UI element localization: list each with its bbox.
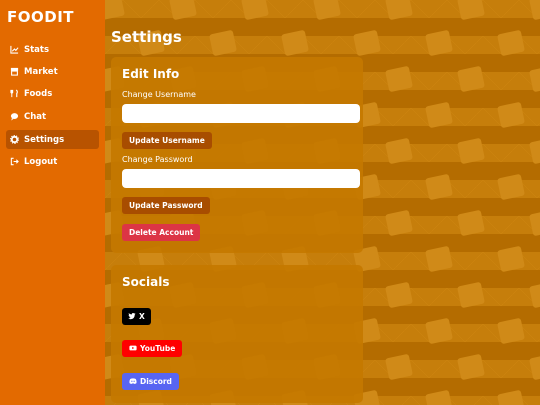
background-tile: [456, 353, 486, 381]
sidebar-item-label: Foods: [24, 88, 53, 99]
background-tile: [496, 29, 526, 57]
gear-icon: [10, 135, 19, 144]
background-tile: [384, 353, 414, 381]
background-tile: [384, 65, 414, 93]
background-tile: [528, 209, 540, 237]
background-tile: [424, 173, 454, 201]
background-tile: [456, 281, 486, 309]
password-input[interactable]: [122, 169, 360, 188]
discord-label: Discord: [140, 377, 172, 386]
sidebar-item-settings[interactable]: Settings: [6, 130, 99, 149]
background-tile: [312, 0, 342, 21]
background-tile: [496, 101, 526, 129]
app-logo: FOODIT: [7, 8, 75, 26]
twitter-bird-icon: [128, 312, 136, 322]
update-password-button[interactable]: Update Password: [122, 197, 210, 214]
background-tile: [456, 137, 486, 165]
background-tile: [496, 173, 526, 201]
background-tile: [456, 209, 486, 237]
change-password-label: Change Password: [122, 155, 193, 164]
x-social-button[interactable]: X: [122, 308, 151, 325]
delete-account-button[interactable]: Delete Account: [122, 224, 201, 241]
background-tile: [496, 317, 526, 345]
background-tile: [424, 101, 454, 129]
background-tile: [280, 29, 310, 57]
background-tile: [496, 389, 526, 405]
sidebar-item-foods[interactable]: Foods: [6, 84, 99, 103]
edit-info-title: Edit Info: [122, 67, 180, 81]
sidebar-item-chat[interactable]: Chat: [6, 107, 99, 126]
background-tile: [528, 353, 540, 381]
sidebar-item-logout[interactable]: Logout: [6, 152, 99, 171]
username-input[interactable]: [122, 104, 360, 123]
logout-icon: [10, 157, 19, 166]
background-tile: [384, 209, 414, 237]
background-tile: [105, 0, 126, 21]
background-tile: [424, 245, 454, 273]
discord-icon: [129, 377, 137, 387]
chart-line-icon: [10, 45, 19, 54]
socials-card: Socials X YouTube Discord: [111, 265, 363, 403]
sidebar: FOODIT Stats Market Foods Chat Settings: [0, 0, 105, 405]
change-username-label: Change Username: [122, 90, 196, 99]
background-tile: [424, 29, 454, 57]
x-label: X: [139, 312, 145, 321]
youtube-label: YouTube: [140, 344, 176, 353]
page-title: Settings: [111, 28, 182, 46]
sidebar-item-label: Logout: [24, 156, 58, 167]
background-tile: [208, 29, 238, 57]
background-tile: [528, 281, 540, 309]
youtube-icon: [129, 344, 137, 354]
chat-bubble-icon: [10, 112, 19, 121]
update-username-button[interactable]: Update Username: [122, 132, 212, 149]
background-tile: [528, 0, 540, 21]
sidebar-item-label: Chat: [24, 111, 47, 122]
background-tile: [168, 0, 198, 21]
youtube-social-button[interactable]: YouTube: [122, 340, 183, 357]
background-tile: [384, 0, 414, 21]
background-tile: [352, 29, 382, 57]
sidebar-item-market[interactable]: Market: [6, 62, 99, 81]
background-tile: [456, 0, 486, 21]
background-tile: [384, 137, 414, 165]
sidebar-item-label: Market: [24, 66, 58, 77]
background-tile: [424, 317, 454, 345]
store-icon: [10, 67, 19, 76]
background-tile: [424, 389, 454, 405]
background-tile: [496, 245, 526, 273]
background-tile: [528, 137, 540, 165]
utensils-icon: [10, 89, 19, 98]
background-tile: [456, 65, 486, 93]
sidebar-item-label: Settings: [24, 134, 65, 145]
discord-social-button[interactable]: Discord: [122, 373, 179, 390]
socials-title: Socials: [122, 275, 170, 289]
background-tile: [384, 281, 414, 309]
sidebar-item-stats[interactable]: Stats: [6, 40, 99, 59]
edit-info-card: Edit Info Change Username Update Usernam…: [111, 57, 363, 253]
sidebar-item-label: Stats: [24, 44, 50, 55]
background-tile: [240, 0, 270, 21]
background-tile: [528, 65, 540, 93]
